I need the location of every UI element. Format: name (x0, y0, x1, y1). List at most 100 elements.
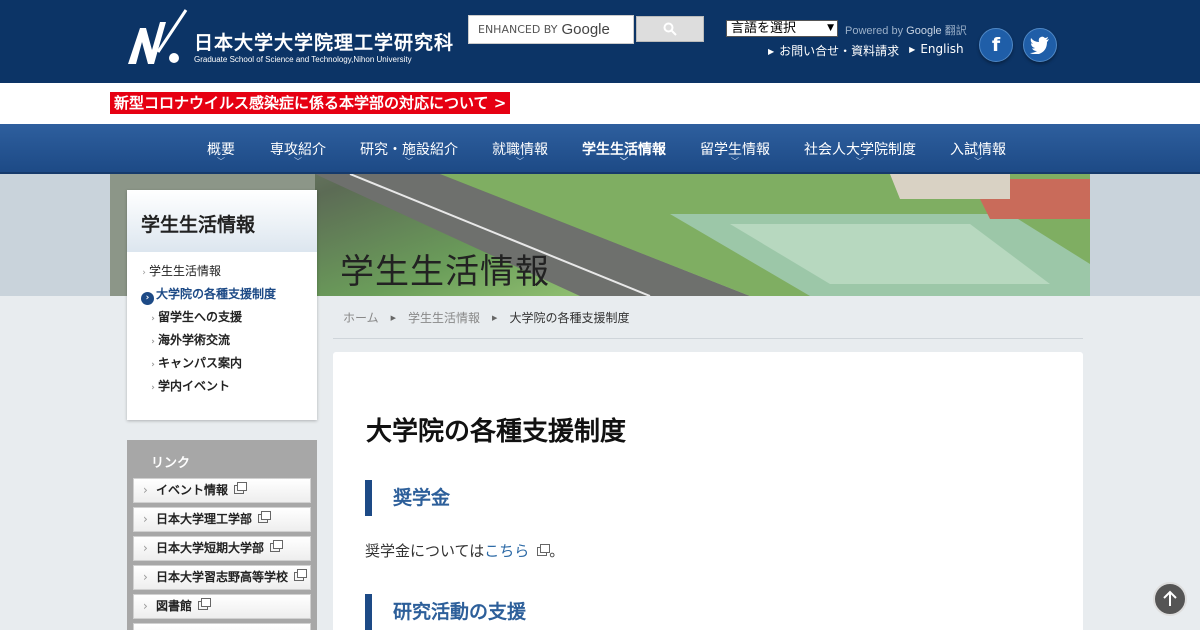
side-item-overseas-exchange[interactable]: › 海外学術交流 (127, 329, 317, 352)
nav-item-label: 専攻紹介 (270, 142, 326, 158)
nav-item-label: 入試情報 (950, 142, 1006, 158)
chevron-right-circle-icon: › (141, 292, 154, 305)
external-link-icon (537, 544, 551, 556)
side-item-student-life[interactable]: › 学生生活情報 (127, 260, 317, 283)
search-input[interactable]: ENHANCED BY Google (468, 15, 634, 44)
nav-item-label: 学生生活情報 (582, 142, 666, 158)
link-label: 日本大学理工学部 (156, 512, 253, 526)
twitter-icon[interactable] (1023, 28, 1057, 62)
scholarship-paragraph: 奨学金についてはこちら 。 (365, 540, 564, 561)
nav-item-label: 社会人大学院制度 (804, 142, 916, 158)
site-subtitle: Graduate School of Science and Technolog… (194, 55, 412, 64)
link-narashino-high[interactable]: 日本大学習志野高等学校 (133, 565, 311, 590)
google-brand: Google (906, 25, 942, 37)
side-item-events[interactable]: › 学内イベント (127, 375, 317, 398)
facebook-icon[interactable]: f (979, 28, 1013, 62)
breadcrumb: ホーム ▶ 学生生活情報 ▶ 大学院の各種支援制度 (343, 309, 629, 326)
nihon-university-logo[interactable] (126, 8, 188, 66)
chevron-right-icon: › (151, 314, 155, 324)
section-heading-research-support: 研究活動の支援 (365, 594, 526, 630)
search-placeholder-prefix: ENHANCED BY (478, 23, 558, 36)
side-item-support-systems[interactable]: › 大学院の各種支援制度 (127, 283, 317, 306)
chevron-down-icon: ﹀ (294, 157, 302, 166)
link-library[interactable]: 図書館 (133, 594, 311, 619)
global-nav: 概要 ﹀ 専攻紹介 ﹀ 研究・施設紹介 ﹀ 就職情報 ﹀ 学生生活情報 ﹀ 留学生情報 ﹀ … (0, 124, 1200, 174)
nav-item-student-life[interactable]: 学生生活情報 ﹀ (582, 139, 666, 166)
triangle-right-icon: ▶ (492, 313, 498, 322)
para-suffix: 。 (549, 542, 565, 560)
chevron-down-icon: ﹀ (856, 157, 864, 166)
page-title: 大学院の各種支援制度 (366, 417, 627, 447)
breadcrumb-divider (333, 338, 1083, 339)
chevron-right-icon: › (151, 383, 155, 393)
search-placeholder-brand: Google (561, 21, 610, 38)
triangle-right-icon: ▶ (390, 313, 397, 322)
links-title: リンク (151, 456, 191, 471)
link-label: イベント情報 (156, 483, 229, 497)
nav-item-majors[interactable]: 専攻紹介 ﹀ (270, 139, 326, 166)
external-link-icon (270, 540, 284, 552)
chevron-down-icon: ﹀ (731, 157, 739, 166)
chevron-right-icon: › (151, 337, 155, 347)
scholarship-link[interactable]: こちら (484, 542, 529, 560)
nav-item-label: 留学生情報 (700, 142, 770, 158)
side-menu: 学生生活情報 › 学生生活情報 › 大学院の各種支援制度 › 留学生への支援 › 海外学… (127, 190, 317, 420)
language-select[interactable]: 言語を選択 ▼ (726, 20, 838, 37)
twitter-bird-icon (1030, 36, 1049, 54)
nav-item-working-adults[interactable]: 社会人大学院制度 ﹀ (804, 139, 916, 166)
side-item-label: 大学院の各種支援制度 (156, 287, 277, 301)
back-to-top-button[interactable] (1153, 582, 1187, 616)
nav-item-overview[interactable]: 概要 ﹀ (207, 139, 235, 166)
search-icon (663, 22, 677, 36)
powered-by-google: Powered by Google 翻訳 (845, 22, 967, 38)
nav-item-label: 就職情報 (492, 142, 548, 158)
external-link-icon (198, 598, 212, 610)
site-title[interactable]: 日本大学大学院理工学研究科 (194, 28, 454, 55)
util-link-contact[interactable]: ▶ お問い合せ・資料請求 (768, 42, 899, 59)
site-header: 日本大学大学院理工学研究科 Graduate School of Science… (0, 0, 1200, 83)
side-item-label: 学生生活情報 (149, 264, 222, 278)
external-link-icon (294, 569, 308, 581)
link-cst[interactable]: 日本大学理工学部 (133, 507, 311, 532)
chevron-down-icon: ﹀ (620, 157, 628, 166)
nav-item-research[interactable]: 研究・施設紹介 ﹀ (360, 139, 458, 166)
side-item-label: 学内イベント (158, 379, 231, 393)
chevron-down-icon: ﹀ (516, 157, 524, 166)
triangle-icon: ▶ (909, 45, 916, 54)
side-item-label: 海外学術交流 (158, 333, 231, 347)
links-box: リンク イベント情報 日本大学理工学部 日本大学短期大学部 日本大学習志野高等学… (127, 440, 317, 630)
nav-item-career[interactable]: 就職情報 ﹀ (492, 139, 548, 166)
powered-text: Powered by (845, 25, 904, 37)
nav-item-international[interactable]: 留学生情報 ﹀ (700, 139, 770, 166)
breadcrumb-student-life[interactable]: 学生生活情報 (408, 309, 480, 326)
link-label: 図書館 (156, 599, 193, 613)
link-item-partial[interactable] (133, 623, 311, 630)
link-label: 日本大学短期大学部 (156, 541, 265, 555)
side-menu-title: 学生生活情報 (127, 190, 317, 252)
para-text: 奨学金については (365, 542, 485, 560)
side-item-intl-support[interactable]: › 留学生への支援 (127, 306, 317, 329)
external-link-icon (234, 482, 248, 494)
side-item-label: 留学生への支援 (158, 310, 243, 324)
triangle-icon: ▶ (768, 47, 775, 56)
link-junior-college[interactable]: 日本大学短期大学部 (133, 536, 311, 561)
covid-notice-link[interactable]: 新型コロナウイルス感染症に係る本学部の対応について > (110, 92, 511, 114)
translate-link[interactable]: 翻訳 (945, 25, 967, 37)
side-item-campus-guide[interactable]: › キャンパス案内 (127, 352, 317, 375)
search-button[interactable] (636, 16, 704, 42)
util-link-english-label: English (920, 42, 964, 56)
side-menu-list: › 学生生活情報 › 大学院の各種支援制度 › 留学生への支援 › 海外学術交流 › キャ… (127, 252, 317, 398)
link-label: 日本大学習志野高等学校 (156, 570, 289, 584)
language-select-value: 言語を選択 (731, 21, 797, 36)
side-item-label: キャンパス案内 (158, 356, 243, 370)
breadcrumb-current: 大学院の各種支援制度 (509, 311, 630, 325)
link-event-info[interactable]: イベント情報 (133, 478, 311, 503)
nav-item-admissions[interactable]: 入試情報 ﹀ (950, 139, 1006, 166)
util-link-english[interactable]: ▶ English (909, 42, 964, 59)
nav-item-label: 研究・施設紹介 (360, 142, 458, 158)
util-link-contact-label: お問い合せ・資料請求 (779, 44, 900, 58)
chevron-down-icon: ﹀ (405, 157, 413, 166)
breadcrumb-home[interactable]: ホーム (343, 309, 379, 326)
utility-links: ▶ お問い合せ・資料請求 ▶ English (768, 42, 964, 59)
chevron-down-icon: ﹀ (217, 157, 225, 166)
